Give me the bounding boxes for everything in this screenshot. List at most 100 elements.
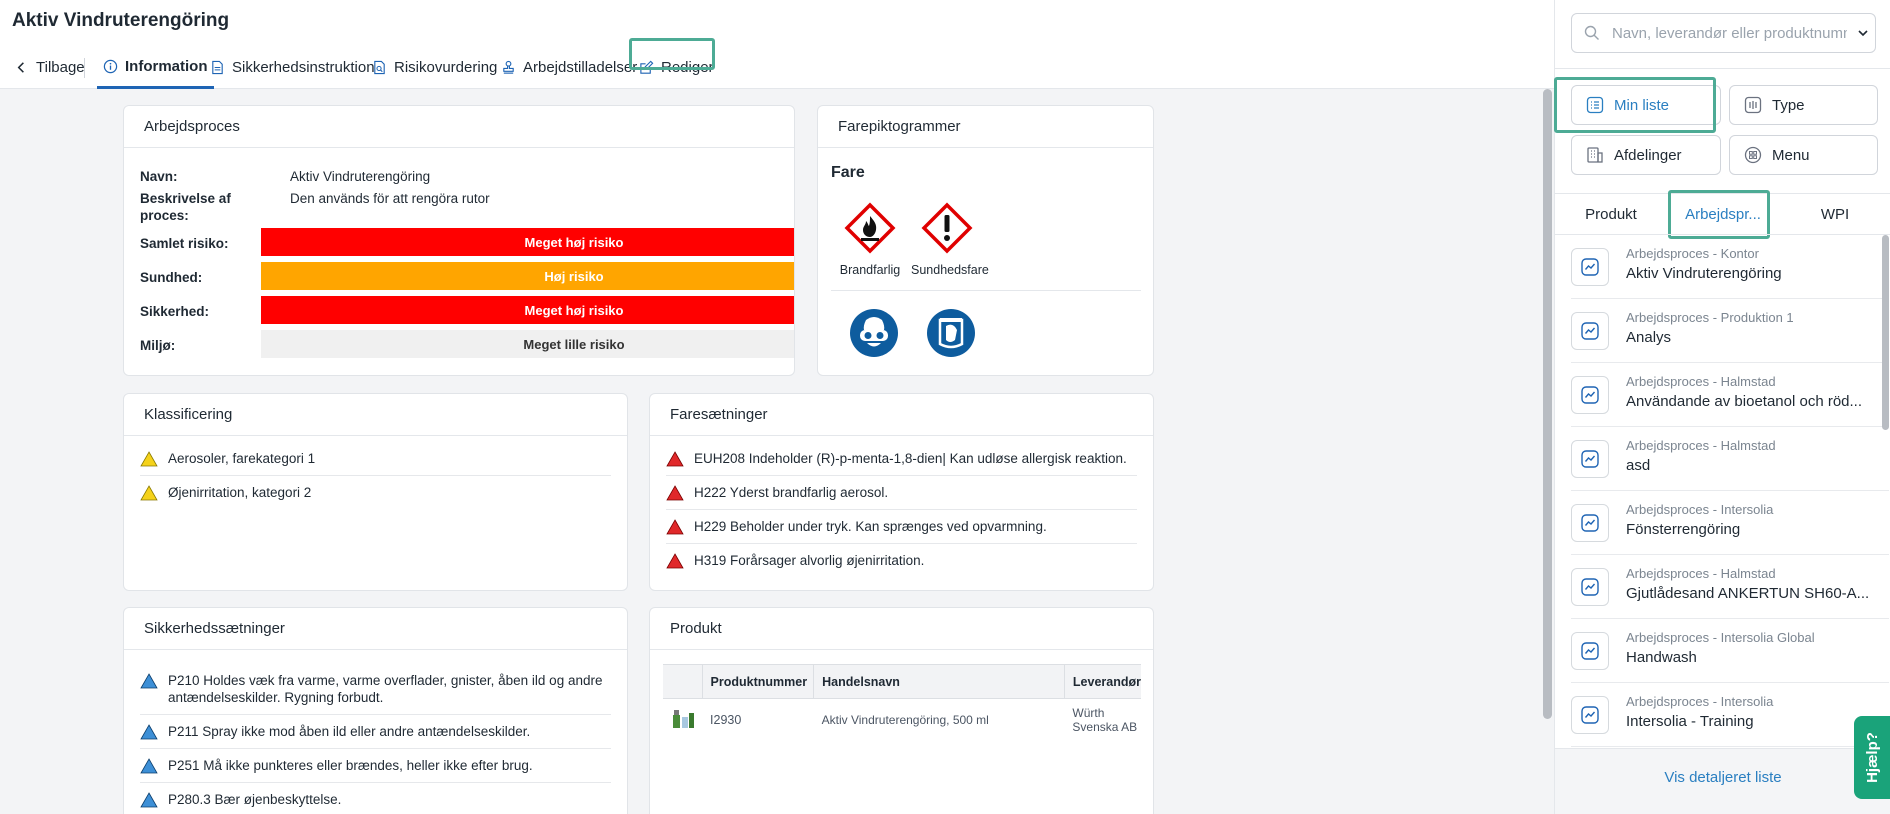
list-item: Aerosoler, farekategori 1 [140, 442, 611, 476]
sikkerhedssaetning-text: P251 Må ikke punkteres eller brændes, he… [168, 758, 533, 773]
edit-button[interactable]: Rediger [639, 46, 714, 89]
produktnummer-cell: I2930 [710, 712, 742, 727]
faresaetninger-card: Faresætninger EUH208 Indeholder (R)-p-me… [649, 393, 1154, 591]
filter-menu[interactable]: Menu [1729, 135, 1878, 175]
risk-label-sikkerhed: Sikkerhed: [140, 304, 210, 319]
sikkerhedssaetning-text: P211 Spray ikke mod åben ild eller andre… [168, 724, 531, 739]
klassificering-item-text: Aerosoler, farekategori 1 [168, 451, 316, 466]
main-scrollbar[interactable] [1543, 89, 1552, 719]
list-item[interactable]: Arbejdsproces - Halmstad asd [1571, 427, 1889, 491]
pictogram-divider [831, 290, 1141, 291]
search-box[interactable] [1571, 13, 1876, 53]
sidebar-tab-arbejdsproces[interactable]: Arbejdspr... [1667, 195, 1779, 234]
process-icon [1571, 632, 1609, 670]
vis-detaljeret-liste-link[interactable]: Vis detaljeret liste [1555, 769, 1890, 786]
column-header-produktnummer[interactable]: Produktnummer [702, 664, 815, 699]
list-icon [1586, 96, 1604, 114]
search-input[interactable] [1612, 24, 1847, 42]
sidebar-scrollbar[interactable] [1882, 235, 1889, 430]
list-item: P280.3 Bær øjenbeskyttelse. [140, 783, 611, 814]
column-header-handelsnavn[interactable]: Handelsnavn [813, 664, 1065, 699]
warning-red-icon [666, 519, 684, 535]
building-icon [1587, 147, 1603, 163]
sidebar-tab-produkt[interactable]: Produkt [1555, 195, 1667, 234]
sikkerhedssaetning-text: P210 Holdes væk fra varme, varme overfla… [168, 673, 603, 705]
navn-label: Navn: [140, 169, 178, 184]
risk-label-sundhed: Sundhed: [140, 270, 203, 285]
list-item-subtitle: Arbejdsproces - Halmstad [1626, 438, 1776, 453]
document-icon [212, 60, 223, 75]
process-icon [1571, 504, 1609, 542]
filter-min-liste[interactable]: Min liste [1571, 85, 1721, 125]
list-item: Øjenirritation, kategori 2 [140, 476, 611, 509]
main-panel: Aktiv Vindruterengöring Tilbage Informat… [0, 0, 1554, 814]
tab-arbejdstilladelser-label: Arbejdstilladelser [523, 59, 638, 76]
process-icon [1571, 696, 1609, 734]
faresaetning-text: H319 Forårsager alvorlig øjenirritation. [694, 553, 925, 568]
process-icon [1571, 248, 1609, 286]
list-item: EUH208 Indeholder (R)-p-menta-1,8-dien| … [666, 442, 1137, 476]
klassificering-list: Aerosoler, farekategori 1 Øjenirritation… [124, 436, 627, 509]
list-item[interactable]: Arbejdsproces - Kontor Aktiv Vindruteren… [1571, 235, 1889, 299]
klassificering-card: Klassificering Aerosoler, farekategori 1… [123, 393, 628, 591]
tab-information[interactable]: Information [97, 46, 214, 89]
page-title: Aktiv Vindruterengöring [12, 10, 230, 31]
filter-menu-label: Menu [1772, 146, 1810, 164]
produkt-card: Produkt Produktnummer Handelsnavn Levera… [649, 607, 1154, 814]
list-item[interactable]: Arbejdsproces - Produktion 1 Analys [1571, 299, 1889, 363]
list-item-name: Intersolia - Training [1626, 713, 1754, 730]
signal-word: Fare [831, 164, 865, 181]
farepiktogrammer-card: Farepiktogrammer Fare Brandfarlig Sundhe… [817, 105, 1154, 376]
warning-yellow-icon [140, 485, 158, 501]
arbejdsproces-card: Arbejdsproces Navn: Aktiv Vindruterengör… [123, 105, 795, 376]
back-button[interactable]: Tilbage [14, 46, 85, 89]
list-item-name: Handwash [1626, 649, 1697, 666]
risk-badge-sikkerhed: Meget høj risiko [261, 296, 794, 324]
risk-label-samlet: Samlet risiko: [140, 236, 229, 251]
warning-red-icon [666, 451, 684, 467]
pictogram-sundhedsfare: Sundhedsfare [911, 202, 989, 277]
list-item-name: asd [1626, 457, 1651, 474]
produkt-table-header: Produktnummer Handelsnavn Leverandør [663, 664, 1141, 699]
chevron-down-icon[interactable] [1857, 27, 1869, 39]
faresaetning-text: H222 Yderst brandfarlig aerosol. [694, 485, 889, 500]
info-icon [103, 59, 118, 73]
tab-risikovurdering[interactable]: Risikovurdering [372, 46, 497, 89]
sidebar: Min liste Type Afdelinger Menu Produkt A… [1554, 0, 1890, 814]
sidebar-tab-wpi[interactable]: WPI [1779, 195, 1890, 234]
warning-red-icon [666, 553, 684, 569]
sikkerhedssaetninger-title: Sikkerhedssætninger [124, 608, 627, 650]
grid-icon [1744, 146, 1762, 164]
warning-blue-icon [140, 724, 158, 740]
column-header-image [663, 664, 703, 699]
list-item[interactable]: Arbejdsproces - Intersolia Fönsterrengör… [1571, 491, 1889, 555]
list-item[interactable]: Arbejdsproces - Intersolia Intersolia - … [1571, 683, 1889, 747]
navn-value: Aktiv Vindruterengöring [290, 169, 431, 184]
list-item: P251 Må ikke punkteres eller brændes, he… [140, 749, 611, 783]
list-item-subtitle: Arbejdsproces - Kontor [1626, 246, 1759, 261]
help-button[interactable]: Hjælp? [1854, 716, 1890, 799]
tab-sikkerhedsinstruktion[interactable]: Sikkerhedsinstruktion [210, 46, 375, 89]
list-item-subtitle: Arbejdsproces - Intersolia [1626, 694, 1774, 709]
risk-badge-samlet: Meget høj risiko [261, 228, 794, 256]
filter-type[interactable]: Type [1729, 85, 1878, 125]
risk-badge-sundhed: Høj risiko [261, 262, 794, 290]
document-search-icon [374, 60, 385, 75]
filter-type-label: Type [1772, 96, 1805, 114]
produkt-title: Produkt [650, 608, 1153, 650]
edit-icon [640, 60, 654, 74]
column-header-leverandor[interactable]: Leverandør [1064, 665, 1141, 699]
table-row[interactable]: I2930 Aktiv Vindruterengöring, 500 ml Wü… [663, 699, 1141, 741]
search-icon [1584, 25, 1599, 40]
warning-blue-icon [140, 673, 158, 689]
exclamation-pictogram-icon [921, 202, 973, 254]
list-item[interactable]: Arbejdsproces - Intersolia Global Handwa… [1571, 619, 1889, 683]
list-item[interactable]: Arbejdsproces - Halmstad Gjutlådesand AN… [1571, 555, 1889, 619]
safety-goggles-icon [850, 309, 898, 357]
tab-arbejdstilladelser[interactable]: Arbejdstilladelser [501, 46, 637, 89]
filter-afdelinger[interactable]: Afdelinger [1571, 135, 1721, 175]
faresaetning-text: H229 Beholder under tryk. Kan sprænges v… [694, 519, 1047, 534]
list-item-name: Aktiv Vindruterengöring [1626, 265, 1782, 282]
list-item[interactable]: Arbejdsproces - Halmstad Användande av b… [1571, 363, 1889, 427]
process-icon [1571, 568, 1609, 606]
